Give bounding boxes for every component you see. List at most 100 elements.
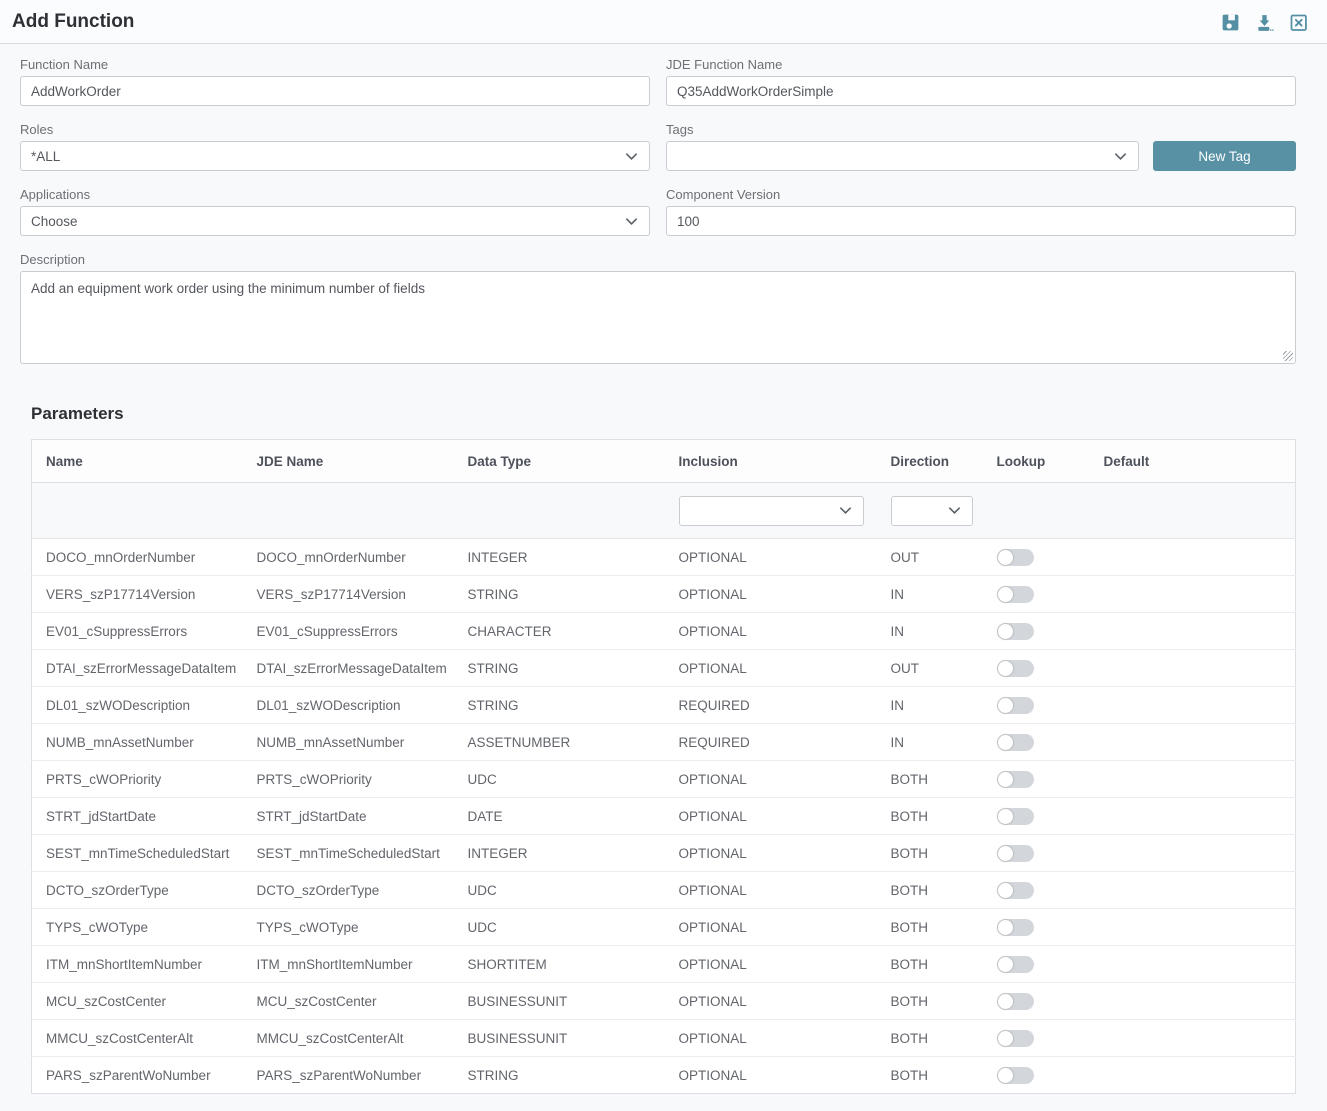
param-direction-cell: IN xyxy=(877,613,983,650)
lookup-toggle[interactable] xyxy=(997,697,1034,714)
function-form: Function Name JDE Function Name Roles *A… xyxy=(20,57,1296,380)
param-default-cell xyxy=(1090,1020,1296,1057)
param-lookup-cell xyxy=(983,539,1090,576)
description-textarea[interactable]: Add an equipment work order using the mi… xyxy=(20,271,1296,364)
param-inclusion-cell: OPTIONAL xyxy=(665,613,877,650)
param-data-type-cell: INTEGER xyxy=(454,539,665,576)
table-header-row: Name JDE Name Data Type Inclusion Direct… xyxy=(32,440,1296,483)
toggle-knob xyxy=(998,772,1013,787)
lookup-toggle[interactable] xyxy=(997,1030,1034,1047)
toggle-knob xyxy=(998,883,1013,898)
roles-select[interactable]: *ALL xyxy=(20,141,650,171)
param-data-type-cell: BUSINESSUNIT xyxy=(454,983,665,1020)
param-default-cell xyxy=(1090,983,1296,1020)
table-row: SEST_mnTimeScheduledStart SEST_mnTimeSch… xyxy=(32,835,1296,872)
jde-function-name-input[interactable] xyxy=(666,76,1296,106)
param-jde-name-cell: PARS_szParentWoNumber xyxy=(243,1057,454,1094)
lookup-toggle[interactable] xyxy=(997,549,1034,566)
param-direction-cell: BOTH xyxy=(877,1057,983,1094)
lookup-toggle[interactable] xyxy=(997,1067,1034,1084)
table-row: VERS_szP17714Version VERS_szP17714Versio… xyxy=(32,576,1296,613)
inclusion-filter-select[interactable] xyxy=(679,496,864,526)
param-jde-name-cell: VERS_szP17714Version xyxy=(243,576,454,613)
toggle-knob xyxy=(998,1031,1013,1046)
chevron-down-icon xyxy=(624,149,639,164)
download-icon[interactable] xyxy=(1254,12,1275,33)
new-tag-button[interactable]: New Tag xyxy=(1153,141,1296,171)
param-direction-cell: BOTH xyxy=(877,1020,983,1057)
param-name-cell: PRTS_cWOPriority xyxy=(32,761,243,798)
column-header-lookup: Lookup xyxy=(983,440,1090,483)
applications-select[interactable]: Choose xyxy=(20,206,650,236)
component-version-input[interactable] xyxy=(666,206,1296,236)
param-default-cell xyxy=(1090,539,1296,576)
param-lookup-cell xyxy=(983,983,1090,1020)
textarea-resize-handle[interactable] xyxy=(1283,351,1293,361)
function-name-input[interactable] xyxy=(20,76,650,106)
lookup-toggle[interactable] xyxy=(997,771,1034,788)
direction-filter-select[interactable] xyxy=(891,496,973,526)
table-row: EV01_cSuppressErrors EV01_cSuppressError… xyxy=(32,613,1296,650)
lookup-toggle[interactable] xyxy=(997,660,1034,677)
param-default-cell xyxy=(1090,798,1296,835)
table-row: TYPS_cWOType TYPS_cWOType UDC OPTIONAL B… xyxy=(32,909,1296,946)
roles-selected-value: *ALL xyxy=(31,149,60,164)
lookup-toggle[interactable] xyxy=(997,586,1034,603)
param-inclusion-cell: REQUIRED xyxy=(665,724,877,761)
save-icon[interactable] xyxy=(1220,12,1241,33)
param-inclusion-cell: OPTIONAL xyxy=(665,835,877,872)
param-lookup-cell xyxy=(983,576,1090,613)
jde-function-name-label: JDE Function Name xyxy=(666,57,1296,72)
lookup-toggle[interactable] xyxy=(997,734,1034,751)
param-inclusion-cell: OPTIONAL xyxy=(665,872,877,909)
close-icon[interactable] xyxy=(1288,12,1309,33)
lookup-toggle[interactable] xyxy=(997,623,1034,640)
param-direction-cell: BOTH xyxy=(877,798,983,835)
param-lookup-cell xyxy=(983,835,1090,872)
toggle-knob xyxy=(998,920,1013,935)
toggle-knob xyxy=(998,698,1013,713)
param-name-cell: TYPS_cWOType xyxy=(32,909,243,946)
table-row: STRT_jdStartDate STRT_jdStartDate DATE O… xyxy=(32,798,1296,835)
lookup-toggle[interactable] xyxy=(997,993,1034,1010)
param-jde-name-cell: NUMB_mnAssetNumber xyxy=(243,724,454,761)
roles-label: Roles xyxy=(20,122,650,137)
header-icons xyxy=(1220,12,1315,33)
param-inclusion-cell: OPTIONAL xyxy=(665,1020,877,1057)
param-lookup-cell xyxy=(983,613,1090,650)
param-jde-name-cell: ITM_mnShortItemNumber xyxy=(243,946,454,983)
function-name-label: Function Name xyxy=(20,57,650,72)
description-field-group: Description Add an equipment work order … xyxy=(20,252,1296,364)
table-row: PRTS_cWOPriority PRTS_cWOPriority UDC OP… xyxy=(32,761,1296,798)
table-row: DTAI_szErrorMessageDataItem DTAI_szError… xyxy=(32,650,1296,687)
lookup-toggle[interactable] xyxy=(997,956,1034,973)
param-jde-name-cell: DOCO_mnOrderNumber xyxy=(243,539,454,576)
lookup-toggle[interactable] xyxy=(997,882,1034,899)
param-jde-name-cell: DL01_szWODescription xyxy=(243,687,454,724)
tags-field-group: Tags New Tag xyxy=(666,122,1296,171)
applications-selected-value: Choose xyxy=(31,214,78,229)
param-inclusion-cell: OPTIONAL xyxy=(665,761,877,798)
param-default-cell xyxy=(1090,835,1296,872)
param-data-type-cell: CHARACTER xyxy=(454,613,665,650)
parameters-table: Name JDE Name Data Type Inclusion Direct… xyxy=(31,439,1296,1094)
lookup-toggle[interactable] xyxy=(997,808,1034,825)
param-jde-name-cell: SEST_mnTimeScheduledStart xyxy=(243,835,454,872)
param-name-cell: SEST_mnTimeScheduledStart xyxy=(32,835,243,872)
param-data-type-cell: ASSETNUMBER xyxy=(454,724,665,761)
param-lookup-cell xyxy=(983,724,1090,761)
param-data-type-cell: STRING xyxy=(454,1057,665,1094)
lookup-toggle[interactable] xyxy=(997,845,1034,862)
param-direction-cell: BOTH xyxy=(877,983,983,1020)
column-header-name: Name xyxy=(32,440,243,483)
toggle-knob xyxy=(998,550,1013,565)
param-name-cell: EV01_cSuppressErrors xyxy=(32,613,243,650)
tags-select[interactable] xyxy=(666,141,1139,171)
param-name-cell: DCTO_szOrderType xyxy=(32,872,243,909)
lookup-toggle[interactable] xyxy=(997,919,1034,936)
param-direction-cell: IN xyxy=(877,576,983,613)
param-direction-cell: OUT xyxy=(877,650,983,687)
param-name-cell: MMCU_szCostCenterAlt xyxy=(32,1020,243,1057)
param-jde-name-cell: STRT_jdStartDate xyxy=(243,798,454,835)
param-name-cell: NUMB_mnAssetNumber xyxy=(32,724,243,761)
